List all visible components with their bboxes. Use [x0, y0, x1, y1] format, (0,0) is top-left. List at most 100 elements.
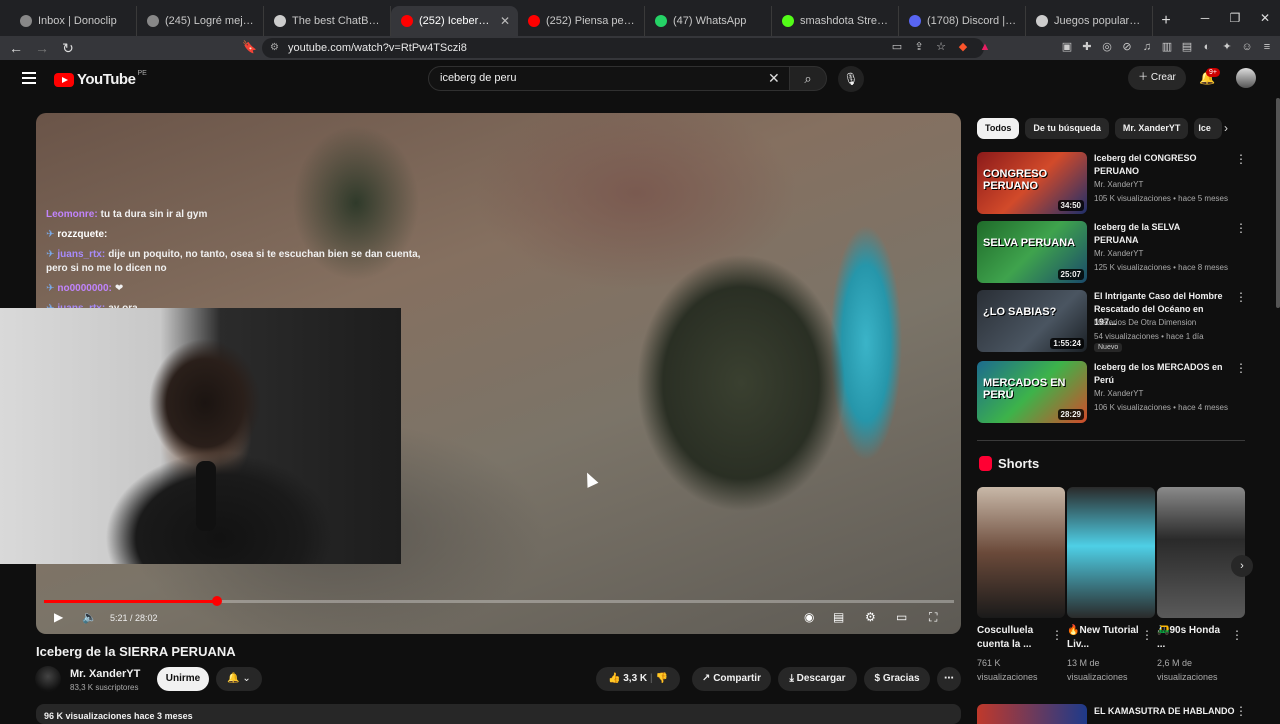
theater-mode-icon[interactable]: ▭	[896, 610, 907, 624]
back-icon[interactable]: ←	[6, 40, 26, 56]
join-button[interactable]: Unirme	[157, 667, 209, 691]
chevron-right-icon[interactable]: ›	[1224, 121, 1228, 135]
vpn-icon[interactable]: ◐	[1200, 39, 1214, 55]
menu-icon[interactable]: ≡	[1260, 39, 1274, 55]
leo-icon[interactable]: ✦	[1220, 39, 1234, 55]
filter-chip[interactable]: Ice	[1194, 118, 1223, 139]
more-options-icon[interactable]: ⋮	[1235, 361, 1247, 375]
shorts-next-button[interactable]: ›	[1231, 555, 1253, 577]
short-thumbnail[interactable]	[977, 487, 1065, 618]
clear-search-icon[interactable]: ✕	[768, 70, 780, 87]
channel-name[interactable]: Mr. XanderYT	[70, 668, 140, 680]
play-icon[interactable]: ▶	[54, 610, 63, 624]
video-thumbnail[interactable]: SELVA PERUANA 25:07	[977, 221, 1087, 283]
browser-tab[interactable]: (252) Piensa pe chato, ¡Est	[518, 6, 645, 36]
more-options-icon[interactable]: ⋮	[1141, 628, 1153, 642]
video-thumbnail[interactable]: CONGRESO PERUANO 34:50	[977, 152, 1087, 214]
browser-tab[interactable]: smashdota Stream - Watc	[772, 6, 899, 36]
user-avatar[interactable]	[1236, 68, 1256, 88]
site-info-icon[interactable]: ⚙	[270, 38, 279, 58]
star-icon[interactable]: ☆	[934, 39, 948, 55]
thumbs-down-icon[interactable]: 👎	[656, 673, 668, 684]
profile-icon[interactable]: ☺	[1240, 39, 1254, 55]
search-input[interactable]: iceberg de peru	[428, 66, 790, 91]
extension-icon[interactable]: ◎	[1100, 39, 1114, 55]
download-button[interactable]: ⤓ Descargar	[778, 667, 857, 691]
ad-block-icon[interactable]: ⊘	[1120, 39, 1134, 55]
more-options-icon[interactable]: ⋮	[1235, 152, 1247, 166]
recommended-channel-name[interactable]: Misterios De Otra Dimension	[1094, 318, 1196, 327]
bottom-rec-thumbnail[interactable]	[977, 704, 1087, 724]
browser-tab[interactable]: The best ChatBot and Wid	[264, 6, 391, 36]
brave-shield-icon[interactable]: ◆	[956, 39, 970, 55]
create-button[interactable]: ＋ Crear	[1128, 66, 1186, 90]
short-thumbnail[interactable]	[1157, 487, 1245, 618]
browser-tab[interactable]: Inbox | Donoclip	[10, 6, 137, 36]
minimize-icon[interactable]: ─	[1190, 0, 1220, 36]
brave-rewards-icon[interactable]: ▲	[978, 39, 992, 55]
voice-search-button[interactable]: 🎙	[838, 66, 864, 92]
filter-chip[interactable]: Mr. XanderYT	[1114, 118, 1189, 139]
short-title[interactable]: Cosculluela cuenta la ...	[977, 624, 1051, 652]
restore-icon[interactable]: ❐	[1220, 0, 1250, 36]
recommended-video[interactable]: MERCADOS EN PERÚ 28:29 Iceberg de los MERC…	[977, 361, 1257, 425]
forward-icon[interactable]: →	[32, 40, 52, 56]
more-options-icon[interactable]: ⋮	[1231, 628, 1243, 642]
more-options-icon[interactable]: ⋮	[1051, 628, 1063, 642]
like-dislike-button[interactable]: 👍 3,3 K | 👎	[596, 667, 680, 691]
more-actions-icon[interactable]: ⋯	[937, 667, 961, 691]
bookmark-icon[interactable]: 🔖	[242, 40, 257, 54]
close-tab-icon[interactable]: ✕	[500, 14, 510, 28]
recommended-video-title[interactable]: Iceberg de la SELVA PERUANA	[1094, 221, 1226, 247]
filter-chip[interactable]: De tu búsqueda	[1025, 118, 1109, 139]
recommended-video[interactable]: ¿LO SABIAS? 1:55:24 El Intrigante Caso del…	[977, 290, 1257, 354]
fullscreen-icon[interactable]: ⛶	[929, 610, 937, 625]
progress-scrubber[interactable]	[211, 596, 222, 606]
scrollbar[interactable]	[1276, 98, 1280, 308]
sidebar-icon[interactable]: ▥	[1160, 39, 1174, 55]
recommended-channel-name[interactable]: Mr. XanderYT	[1094, 180, 1143, 189]
reload-icon[interactable]: ↻	[58, 40, 78, 57]
short-thumbnail[interactable]	[1067, 487, 1155, 618]
new-tab-button[interactable]: +	[1153, 6, 1179, 36]
short-title[interactable]: 🛺90s Honda ...	[1157, 624, 1231, 652]
search-button[interactable]: ⌕	[789, 66, 827, 91]
browser-tab[interactable]: (47) WhatsApp	[645, 6, 772, 36]
browser-tab[interactable]: (1708) Discord | #T	[899, 6, 1026, 36]
autoplay-toggle-icon[interactable]: ◉	[804, 610, 814, 624]
thanks-button[interactable]: $ Gracias	[864, 667, 930, 691]
more-options-icon[interactable]: ⋮	[1235, 290, 1247, 304]
share-icon[interactable]: ⇪	[912, 39, 926, 55]
thumbs-up-icon[interactable]: 👍	[608, 673, 620, 684]
music-icon[interactable]: ♫	[1140, 39, 1154, 55]
channel-avatar[interactable]	[35, 666, 61, 692]
filter-chip[interactable]: Todos	[977, 118, 1020, 139]
settings-gear-icon[interactable]: ⚙	[865, 610, 876, 624]
bottom-rec-title[interactable]: EL KAMASUTRA DE HABLANDO	[1094, 706, 1235, 716]
cast-icon[interactable]: ▭	[890, 39, 904, 55]
recommended-channel-name[interactable]: Mr. XanderYT	[1094, 249, 1143, 258]
browser-tab[interactable]: (252) Iceberg de la SIE ✕	[391, 6, 518, 36]
close-window-icon[interactable]: ✕	[1250, 0, 1280, 36]
url-field[interactable]: ⚙ youtube.com/watch?v=RtPw4TSczi8	[262, 38, 984, 58]
browser-tab[interactable]: (245) Logré mejorar mi SE	[137, 6, 264, 36]
subtitles-icon[interactable]: ▤	[833, 610, 844, 624]
extension-puzzle-icon[interactable]: ✚	[1080, 39, 1094, 55]
hamburger-menu-icon[interactable]	[22, 72, 36, 84]
video-thumbnail[interactable]: MERCADOS EN PERÚ 28:29	[977, 361, 1087, 423]
recommended-video-title[interactable]: Iceberg del CONGRESO PERUANO	[1094, 152, 1226, 178]
more-options-icon[interactable]: ⋮	[1235, 221, 1247, 235]
youtube-logo[interactable]: YouTube PE	[54, 70, 147, 88]
recommended-video-title[interactable]: Iceberg de los MERCADOS en Perú	[1094, 361, 1226, 387]
more-options-icon[interactable]: ⋮	[1235, 704, 1247, 718]
recommended-video[interactable]: CONGRESO PERUANO 34:50 Iceberg del CONGRES…	[977, 152, 1257, 216]
subscription-bell-button[interactable]: 🔔 ⌄	[216, 667, 262, 691]
video-thumbnail[interactable]: ¿LO SABIAS? 1:55:24	[977, 290, 1087, 352]
wallet-icon[interactable]: ▤	[1180, 39, 1194, 55]
volume-icon[interactable]: 🔈	[82, 610, 97, 624]
views-and-date[interactable]: 96 K visualizaciones hace 3 meses	[36, 704, 961, 724]
progress-bar[interactable]	[44, 596, 954, 606]
share-button[interactable]: ↗ Compartir	[692, 667, 771, 691]
browser-tab[interactable]: Juegos populares en Robl	[1026, 6, 1153, 36]
short-title[interactable]: 🔥New Tutorial Liv...	[1067, 624, 1141, 652]
